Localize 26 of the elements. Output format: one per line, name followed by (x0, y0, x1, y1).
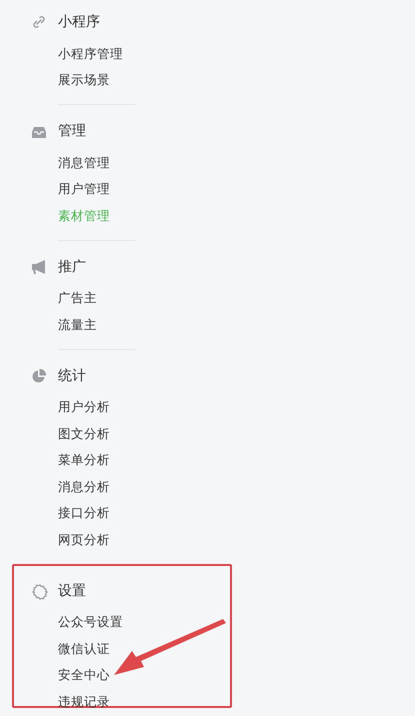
menu-item[interactable]: 用户分析 (58, 398, 110, 416)
megaphone-icon (32, 260, 48, 274)
menu-item[interactable]: 用户管理 (58, 180, 110, 198)
menu-item[interactable]: 菜单分析 (58, 451, 110, 470)
menu-item[interactable]: 违规记录 (58, 692, 110, 711)
menu-item[interactable]: 小程序管理 (58, 44, 123, 63)
menu-item[interactable]: 展示场景 (58, 71, 110, 90)
menu-item[interactable]: 消息管理 (58, 154, 110, 172)
inbox-icon (32, 126, 46, 138)
menu-item[interactable]: 微信认证 (58, 640, 110, 658)
menu-item[interactable]: 消息分析 (58, 478, 110, 496)
pie-chart-icon (32, 368, 46, 382)
section-title: 小程序 (58, 13, 100, 32)
menu-item[interactable]: 流量主 (58, 316, 97, 334)
link-icon (32, 15, 46, 29)
menu-item[interactable]: 公众号设置 (58, 613, 123, 632)
section-title: 设置 (58, 582, 86, 600)
menu-item[interactable]: 图文分析 (58, 424, 110, 443)
section-title: 推广 (58, 258, 86, 276)
menu-item[interactable]: 安全中心 (58, 666, 110, 684)
settings-icon (32, 584, 48, 600)
menu-item[interactable]: 广告主 (58, 289, 97, 308)
menu-item[interactable]: 网页分析 (58, 530, 110, 549)
section-title: 统计 (58, 366, 86, 386)
section-title: 管理 (58, 122, 86, 141)
menu-item[interactable]: 接口分析 (58, 504, 110, 522)
